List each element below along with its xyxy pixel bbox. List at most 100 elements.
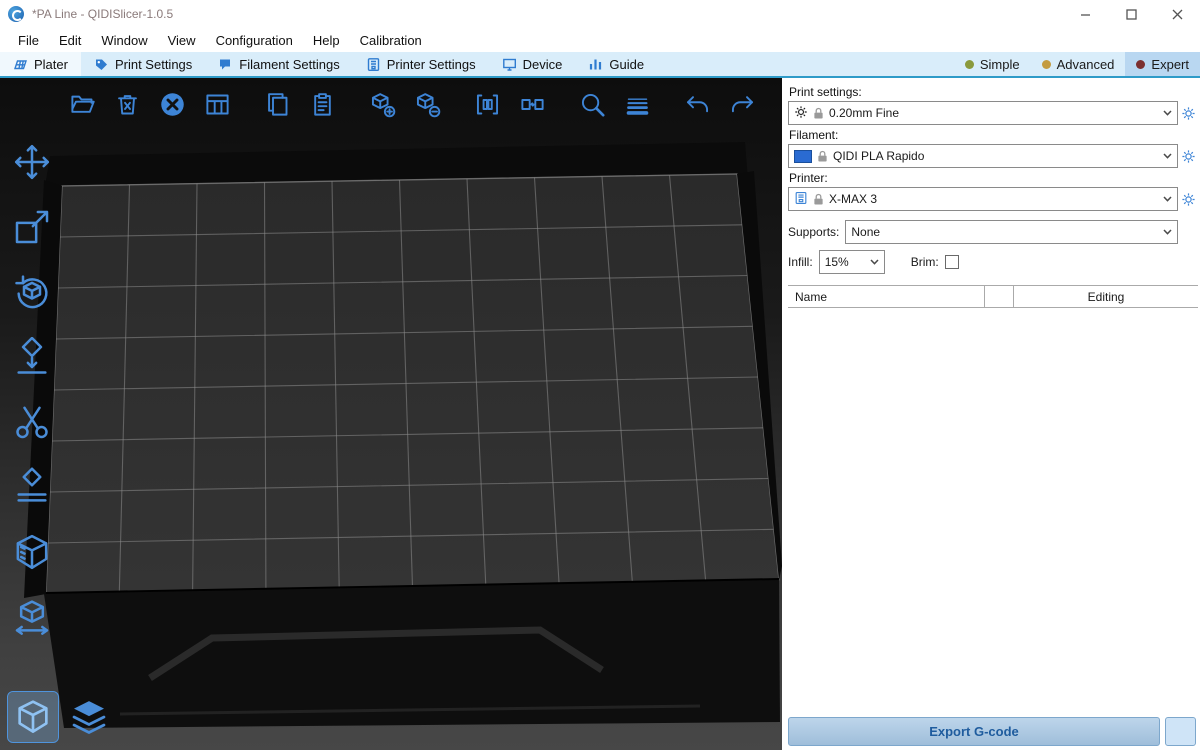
filament-select[interactable]: QIDI PLA Rapido — [788, 144, 1178, 168]
open-icon[interactable] — [64, 86, 100, 122]
delete-all-icon[interactable] — [154, 86, 190, 122]
chevron-down-icon — [870, 259, 879, 265]
tab-label: Filament Settings — [239, 57, 339, 72]
filament-label: Filament: — [789, 128, 1198, 142]
variable-layer-height-icon[interactable] — [619, 86, 655, 122]
brim-label: Brim: — [911, 255, 939, 269]
editing-column-header: Editing — [1014, 286, 1198, 307]
mode-advanced[interactable]: Advanced — [1031, 52, 1126, 76]
guide-icon — [588, 57, 603, 72]
support-paint-icon[interactable] — [8, 463, 56, 511]
editor-3d-icon[interactable] — [8, 692, 58, 742]
printer-value: X-MAX 3 — [829, 192, 1158, 206]
viewport-3d[interactable] — [0, 78, 782, 750]
tab-guide[interactable]: Guide — [575, 52, 657, 76]
print-bed-scene[interactable] — [0, 78, 782, 750]
print-settings-label: Print settings: — [789, 85, 1198, 99]
maximize-button[interactable] — [1108, 0, 1154, 28]
printer-select[interactable]: X-MAX 3 — [788, 187, 1178, 211]
tab-filament-settings[interactable]: Filament Settings — [205, 52, 352, 76]
mode-label: Advanced — [1057, 57, 1115, 72]
add-instance-icon[interactable] — [364, 86, 400, 122]
tab-label: Guide — [609, 57, 644, 72]
mirror-icon[interactable] — [8, 593, 56, 641]
filament-settings-gear-button[interactable] — [1178, 149, 1198, 164]
menu-calibration[interactable]: Calibration — [350, 28, 432, 52]
print-profile-select[interactable]: 0.20mm Fine — [788, 101, 1178, 125]
printer-icon — [794, 191, 808, 208]
tab-device[interactable]: Device — [489, 52, 576, 76]
tab-label: Plater — [34, 57, 68, 72]
print-profile-value: 0.20mm Fine — [829, 106, 1158, 120]
print-settings-icon — [94, 57, 109, 72]
rotate-icon[interactable] — [8, 268, 56, 316]
scale-icon[interactable] — [8, 203, 56, 251]
menubar: File Edit Window View Configuration Help… — [0, 28, 1200, 52]
delete-icon[interactable] — [109, 86, 145, 122]
print-settings-gear-button[interactable] — [1178, 106, 1198, 121]
menu-view[interactable]: View — [158, 28, 206, 52]
gear-icon — [794, 105, 808, 122]
copy-icon[interactable] — [259, 86, 295, 122]
mode-simple[interactable]: Simple — [954, 52, 1031, 76]
minimize-button[interactable] — [1062, 0, 1108, 28]
window-title: *PA Line - QIDISlicer-1.0.5 — [32, 7, 173, 21]
export-gcode-button[interactable]: Export G-code — [788, 717, 1160, 746]
chevron-down-icon — [1163, 229, 1172, 235]
cut-icon[interactable] — [8, 398, 56, 446]
menu-window[interactable]: Window — [91, 28, 157, 52]
chevron-down-icon — [1163, 153, 1172, 159]
split-objects-icon[interactable] — [469, 86, 505, 122]
infill-label: Infill: — [788, 255, 813, 269]
remove-instance-icon[interactable] — [409, 86, 445, 122]
close-button[interactable] — [1154, 0, 1200, 28]
object-list-body[interactable] — [788, 308, 1198, 717]
filament-color-swatch — [794, 150, 812, 163]
search-icon[interactable] — [574, 86, 610, 122]
menu-file[interactable]: File — [8, 28, 49, 52]
chevron-down-icon — [1163, 110, 1172, 116]
lock-icon — [817, 150, 828, 163]
menu-configuration[interactable]: Configuration — [206, 28, 303, 52]
printer-settings-gear-button[interactable] — [1178, 192, 1198, 207]
measure-icon[interactable] — [8, 528, 56, 576]
tab-label: Device — [523, 57, 563, 72]
infill-select[interactable]: 15% — [819, 250, 885, 274]
printer-label: Printer: — [789, 171, 1198, 185]
undo-icon[interactable] — [679, 86, 715, 122]
split-parts-icon[interactable] — [514, 86, 550, 122]
name-column-header: Name — [788, 286, 985, 307]
tab-plater[interactable]: Plater — [0, 52, 81, 76]
printer-settings-icon — [366, 57, 381, 72]
place-on-face-icon[interactable] — [8, 333, 56, 381]
advanced-mode-dot — [1042, 60, 1051, 69]
object-list-header: Name Editing — [788, 285, 1198, 308]
brim-checkbox[interactable] — [945, 255, 959, 269]
menu-help[interactable]: Help — [303, 28, 350, 52]
simple-mode-dot — [965, 60, 974, 69]
mode-switcher: Simple Advanced Expert — [954, 52, 1200, 76]
paste-icon[interactable] — [304, 86, 340, 122]
view-switch — [8, 692, 114, 742]
filament-settings-icon — [218, 57, 233, 72]
export-row: Export G-code — [788, 717, 1198, 746]
titlebar: *PA Line - QIDISlicer-1.0.5 — [0, 0, 1200, 28]
expert-mode-dot — [1136, 60, 1145, 69]
move-icon[interactable] — [8, 138, 56, 186]
menu-edit[interactable]: Edit — [49, 28, 91, 52]
lock-icon — [813, 107, 824, 120]
top-toolbar — [64, 86, 760, 122]
object-list-table: Name Editing — [788, 285, 1198, 717]
mode-label: Expert — [1151, 57, 1189, 72]
window-controls — [1062, 0, 1200, 28]
supports-label: Supports: — [788, 225, 839, 239]
tab-printer-settings[interactable]: Printer Settings — [353, 52, 489, 76]
supports-select[interactable]: None — [845, 220, 1178, 244]
arrange-icon[interactable] — [199, 86, 235, 122]
export-options-button[interactable] — [1165, 717, 1196, 746]
preview-icon[interactable] — [64, 692, 114, 742]
redo-icon[interactable] — [724, 86, 760, 122]
tab-print-settings[interactable]: Print Settings — [81, 52, 205, 76]
mode-expert[interactable]: Expert — [1125, 52, 1200, 76]
sidebar: Print settings: 0.20mm Fine Filament: QI… — [782, 78, 1200, 750]
